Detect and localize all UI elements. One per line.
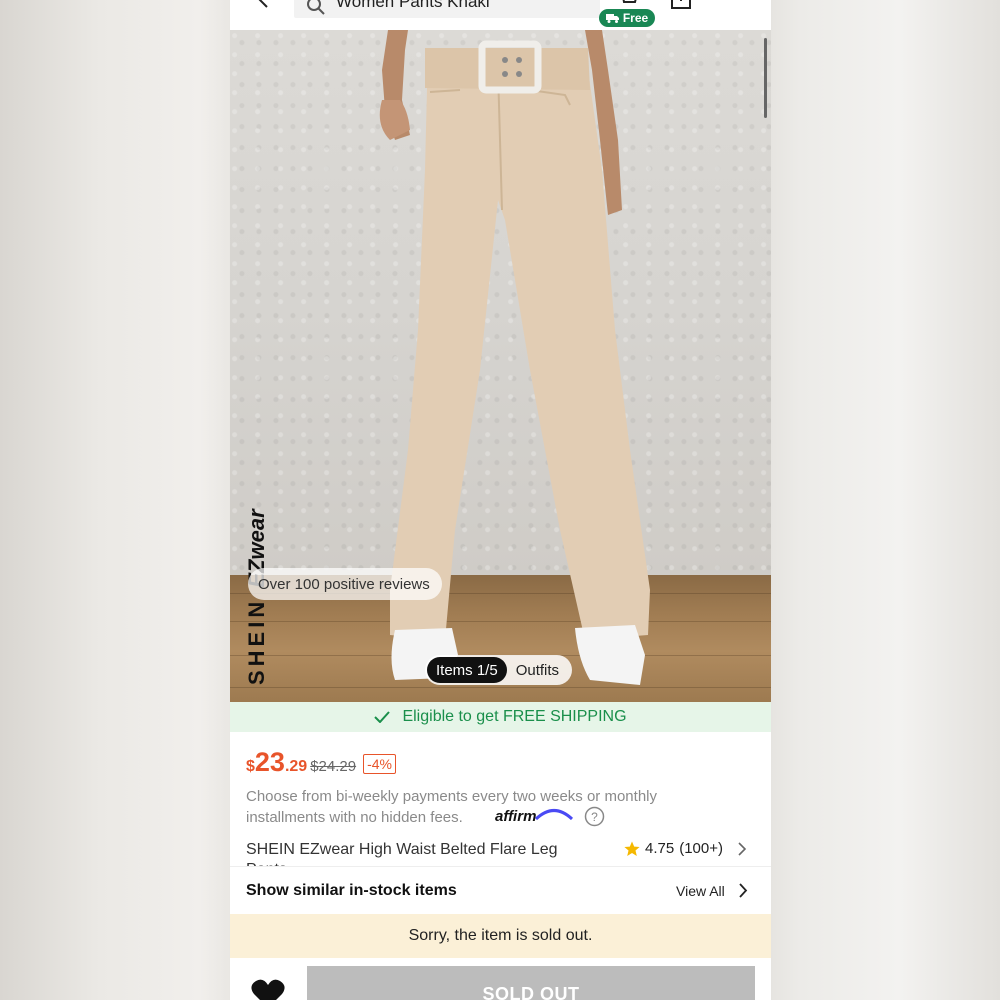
svg-text:?: ? [591, 810, 598, 824]
top-bar: Women Pants Khaki Free [230, 0, 771, 30]
product-page: Women Pants Khaki Free SHEIN EZwear Over… [230, 0, 771, 1000]
help-icon[interactable]: ? [584, 806, 605, 827]
original-price: $24.29 [310, 758, 357, 775]
reviews-tag: Over 100 positive reviews [248, 568, 442, 600]
review-count: (100+) [679, 840, 723, 857]
back-arrow-icon[interactable] [256, 0, 272, 8]
search-input[interactable]: Women Pants Khaki [294, 0, 600, 18]
installment-info: Choose from bi-weekly payments every two… [246, 788, 657, 826]
price-main: 23 [254, 747, 285, 777]
affirm-logo: affirm [495, 808, 537, 825]
free-shipping-banner: Eligible to get FREE SHIPPING [230, 702, 771, 732]
product-image-gallery[interactable]: SHEIN EZwear Over 100 positive reviews I… [230, 30, 771, 702]
price-row: $ 23 .29 $24.29 -4% [246, 747, 396, 778]
product-title: SHEIN EZwear High Waist Belted Flare Leg [246, 841, 558, 858]
brand-name: SHEIN [244, 597, 269, 685]
free-shipping-badge: Free [599, 9, 655, 27]
discount-badge: -4% [363, 754, 396, 774]
gallery-scrollbar [764, 38, 767, 118]
view-all-link[interactable]: View All [676, 883, 725, 899]
product-photo-pants [379, 30, 650, 685]
rating-summary[interactable]: 4.75 (100+) [624, 840, 747, 857]
sold-out-button[interactable]: SOLD OUT [307, 966, 755, 1000]
bottom-action-bar: SOLD OUT [230, 958, 771, 1000]
search-text: Women Pants Khaki [336, 0, 490, 11]
tab-items[interactable]: Items 1/5 [427, 657, 507, 683]
chevron-right-icon [739, 883, 748, 898]
price-currency: $ [246, 758, 255, 775]
free-badge-label: Free [622, 11, 649, 25]
share-icon[interactable] [670, 0, 692, 10]
star-icon [624, 841, 640, 856]
similar-items-title: Show similar in-stock items [246, 882, 457, 899]
similar-items-row[interactable]: Show similar in-stock items View All [230, 866, 771, 914]
check-icon [374, 711, 391, 723]
sold-out-banner: Sorry, the item is sold out. [230, 914, 771, 958]
shipping-text: Eligible to get FREE SHIPPING [402, 708, 627, 725]
truck-icon [605, 14, 619, 23]
heart-icon[interactable] [250, 978, 286, 1000]
search-icon [307, 0, 325, 15]
cart-icon[interactable] [617, 0, 639, 8]
chevron-right-icon [738, 841, 747, 856]
price-cents: .29 [284, 758, 308, 775]
affirm-arc-icon [534, 809, 574, 820]
rating-value: 4.75 [645, 840, 675, 857]
gallery-tab-switch: Items 1/5 Outfits [425, 655, 573, 685]
tab-outfits[interactable]: Outfits [507, 662, 570, 679]
